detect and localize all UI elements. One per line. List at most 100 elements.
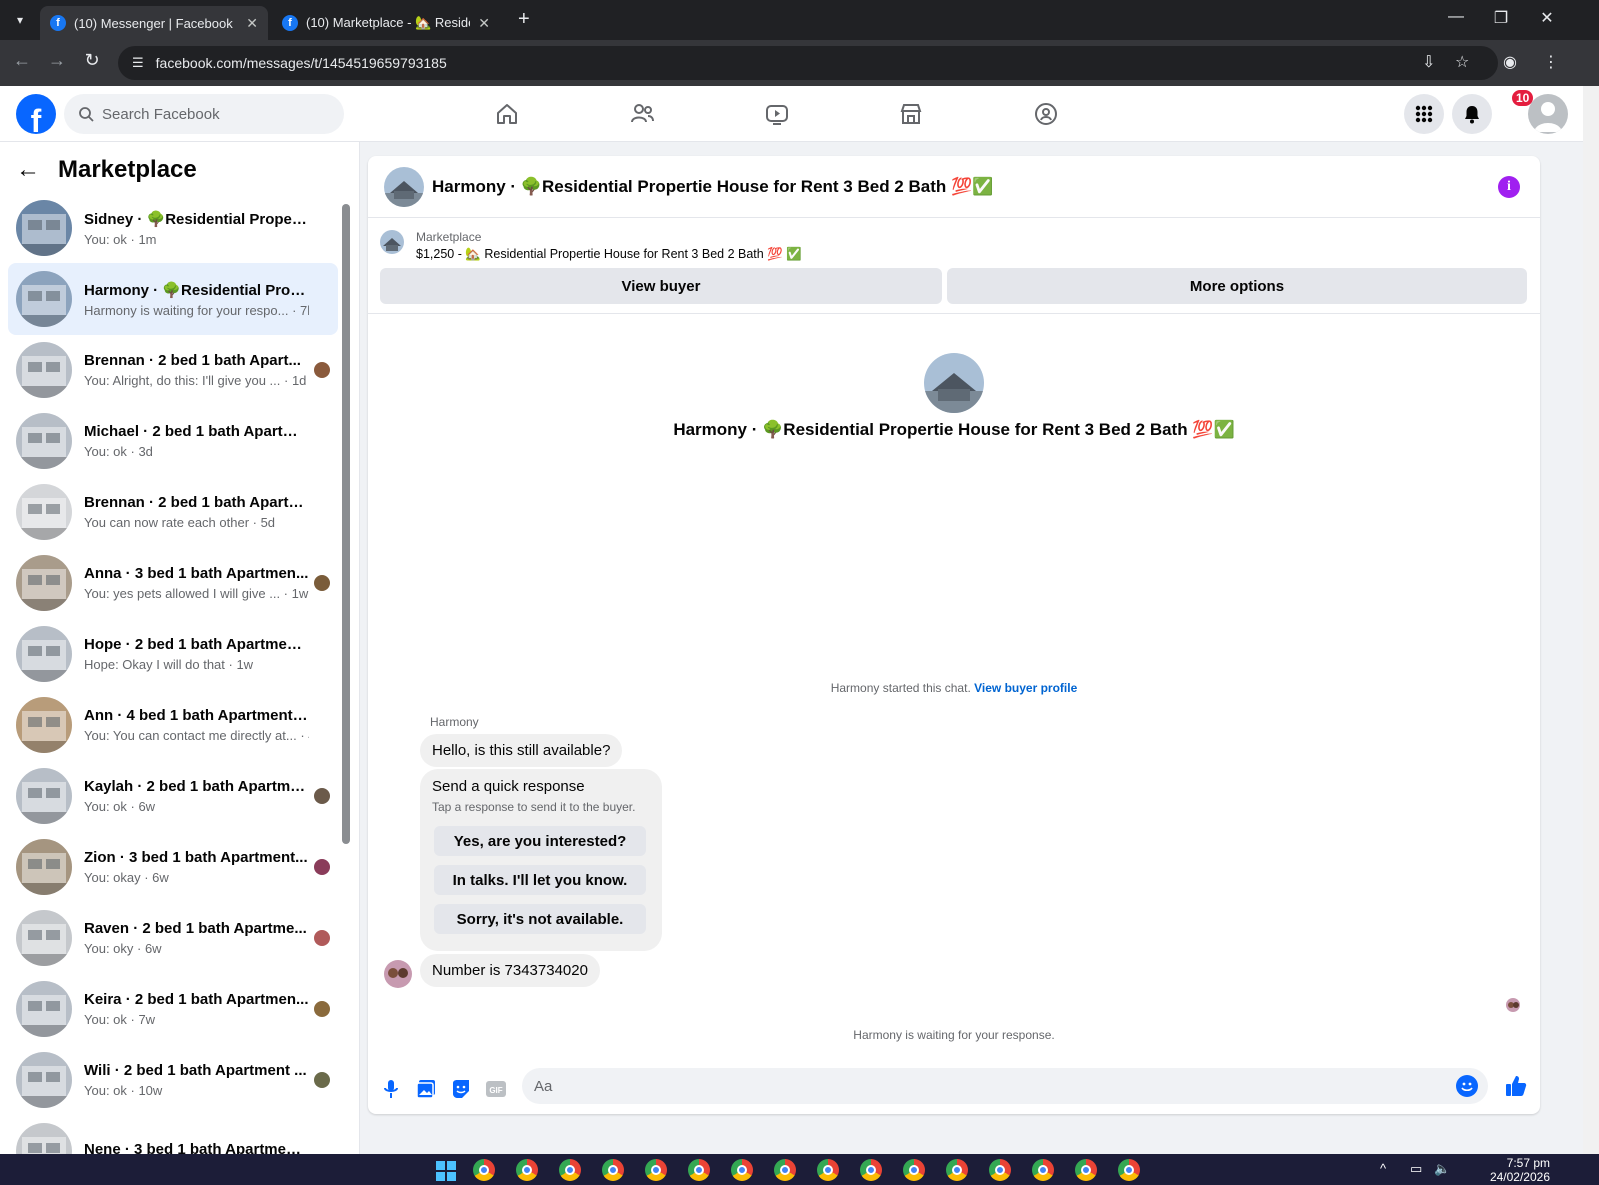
search-box[interactable] — [64, 94, 344, 134]
more-options-button[interactable]: More options — [947, 268, 1527, 304]
network-icon[interactable]: ▭ — [1410, 1161, 1422, 1177]
listing-thumbnail — [16, 271, 72, 327]
conversation-item[interactable]: Nene · 3 bed 1 bath Apartment f... — [8, 1115, 338, 1154]
site-info-icon[interactable]: ☰ — [132, 55, 144, 71]
tab-messenger[interactable]: f (10) Messenger | Facebook ✕ — [40, 6, 268, 40]
conversation-preview: You: oky · 6w — [84, 941, 162, 956]
marketplace-icon[interactable] — [893, 96, 929, 132]
chrome-taskbar-icon[interactable] — [473, 1159, 495, 1181]
quick-reply-yes-button[interactable]: Yes, are you interested? — [434, 826, 646, 856]
restore-icon[interactable]: ❐ — [1489, 8, 1513, 28]
quick-reply-not-available-button[interactable]: Sorry, it's not available. — [434, 904, 646, 934]
message-input[interactable] — [534, 1068, 1434, 1104]
conversation-item[interactable]: Anna · 3 bed 1 bath Apartmen... You: yes … — [8, 547, 338, 619]
conversation-item[interactable]: Keira · 2 bed 1 bath Apartmen... You: ok … — [8, 973, 338, 1045]
close-tab-icon[interactable]: ✕ — [246, 15, 258, 32]
home-icon[interactable] — [489, 96, 525, 132]
conversation-item[interactable]: Brennan · 2 bed 1 bath Apartme... You can… — [8, 476, 338, 548]
conversation-item[interactable]: Kaylah · 2 bed 1 bath Apartme... You: ok … — [8, 760, 338, 832]
conversation-preview: You: You can contact me directly at... ·… — [84, 728, 309, 743]
conversation-item[interactable]: Raven · 2 bed 1 bath Apartme... You: oky … — [8, 902, 338, 974]
friends-icon[interactable] — [624, 96, 660, 132]
menu-grid-icon[interactable] — [1404, 94, 1444, 134]
chrome-taskbar-icon[interactable] — [559, 1159, 581, 1181]
emoji-icon[interactable] — [1456, 1075, 1478, 1097]
sticker-icon[interactable] — [450, 1078, 472, 1100]
video-icon[interactable] — [759, 96, 795, 132]
attach-photo-icon[interactable] — [415, 1078, 437, 1100]
conversation-item[interactable]: Michael · 2 bed 1 bath Apartme... You: ok… — [8, 405, 338, 477]
listing-price-title[interactable]: $1,250 - 🏡 Residential Propertie House f… — [416, 247, 802, 262]
chrome-taskbar-icon[interactable] — [989, 1159, 1011, 1181]
chat-avatar[interactable] — [384, 166, 424, 207]
thumbs-up-icon[interactable] — [1504, 1074, 1528, 1103]
install-app-icon[interactable]: ⇩ — [1422, 52, 1435, 72]
tray-chevron-icon[interactable]: ^ — [1380, 1161, 1386, 1176]
conversation-preview: You: okay · 6w — [84, 870, 169, 885]
chrome-taskbar-icon[interactable] — [1118, 1159, 1140, 1181]
chrome-taskbar-icon[interactable] — [1075, 1159, 1097, 1181]
page-scrollbar[interactable] — [1583, 86, 1599, 1154]
account-avatar[interactable] — [1528, 94, 1568, 134]
back-icon[interactable]: ← — [10, 50, 34, 71]
conversation-item[interactable]: Harmony · 🌳Residential Proper... Harmony … — [8, 263, 338, 335]
conversation-text: Sidney · 🌳Residential Propertie... You: o… — [84, 210, 309, 247]
seen-avatar — [314, 859, 330, 875]
listing-thumbnail — [16, 839, 72, 895]
message-bubble[interactable]: Hello, is this still available? — [420, 734, 623, 767]
conversation-item[interactable]: Wili · 2 bed 1 bath Apartment ... You: ok… — [8, 1044, 338, 1116]
back-arrow-icon[interactable]: ← — [16, 156, 40, 184]
conversation-item[interactable]: Hope · 2 bed 1 bath Apartment f... Hope: … — [8, 618, 338, 690]
close-window-icon[interactable]: ✕ — [1535, 8, 1559, 28]
chat-title[interactable]: Harmony · 🌳Residential Propertie House f… — [432, 177, 993, 197]
listing-thumbnail[interactable] — [380, 230, 404, 254]
info-icon[interactable]: i — [1498, 176, 1520, 198]
profile-icon[interactable]: ◉ — [1503, 52, 1517, 72]
new-tab-button[interactable]: + — [518, 8, 530, 31]
chrome-taskbar-icon[interactable] — [516, 1159, 538, 1181]
chrome-taskbar-icon[interactable] — [817, 1159, 839, 1181]
conversation-item[interactable]: Sidney · 🌳Residential Propertie... You: o… — [8, 192, 338, 264]
svg-text:GIF: GIF — [489, 1086, 502, 1095]
microphone-icon[interactable] — [380, 1078, 402, 1100]
tab-marketplace[interactable]: f (10) Marketplace - 🏡 Residenti ✕ — [272, 6, 500, 40]
taskbar-clock[interactable]: 7:57 pm 24/02/2026 — [1480, 1156, 1550, 1184]
minimize-icon[interactable]: — — [1444, 8, 1468, 26]
chrome-taskbar-icon[interactable] — [645, 1159, 667, 1181]
message-bubble[interactable]: Number is 7343734020 — [420, 954, 600, 987]
facebook-header: f — [0, 86, 1583, 142]
view-buyer-button[interactable]: View buyer — [380, 268, 942, 304]
facebook-logo[interactable]: f — [16, 94, 56, 134]
reload-icon[interactable]: ↻ — [80, 50, 104, 71]
tab-search-button[interactable]: ▾ — [8, 8, 32, 32]
chrome-taskbar-icon[interactable] — [774, 1159, 796, 1181]
sender-avatar[interactable] — [384, 960, 412, 988]
menu-kebab-icon[interactable]: ⋮ — [1543, 52, 1559, 72]
conversation-item[interactable]: Zion · 3 bed 1 bath Apartment... You: oka… — [8, 831, 338, 903]
address-bar[interactable]: ☰ facebook.com/messages/t/14545196597931… — [118, 46, 1498, 80]
intro-title: Harmony · 🌳Residential Propertie House f… — [673, 420, 1235, 439]
conversation-item[interactable]: Ann · 4 bed 1 bath Apartment fo... You: Y… — [8, 689, 338, 761]
search-input[interactable] — [102, 105, 322, 123]
bookmark-star-icon[interactable]: ☆ — [1455, 52, 1469, 72]
view-buyer-profile-link[interactable]: View buyer profile — [974, 681, 1077, 695]
listing-thumbnail — [16, 1052, 72, 1108]
chrome-taskbar-icon[interactable] — [903, 1159, 925, 1181]
notifications-bell-icon[interactable] — [1452, 94, 1492, 134]
volume-icon[interactable]: 🔈 — [1434, 1161, 1450, 1177]
chrome-taskbar-icon[interactable] — [602, 1159, 624, 1181]
conversation-item[interactable]: Brennan · 2 bed 1 bath Apart... You: Alri… — [8, 334, 338, 406]
close-tab-icon[interactable]: ✕ — [478, 15, 490, 32]
sidebar-scrollbar-thumb[interactable] — [342, 204, 350, 844]
groups-icon[interactable] — [1028, 96, 1064, 132]
chrome-taskbar-icon[interactable] — [688, 1159, 710, 1181]
chrome-taskbar-icon[interactable] — [946, 1159, 968, 1181]
windows-start-icon[interactable] — [436, 1161, 456, 1181]
chrome-taskbar-icon[interactable] — [860, 1159, 882, 1181]
forward-icon[interactable]: → — [45, 50, 69, 71]
chrome-taskbar-icon[interactable] — [731, 1159, 753, 1181]
chrome-taskbar-icon[interactable] — [1032, 1159, 1054, 1181]
conversation-name: Brennan · 2 bed 1 bath Apartme... — [84, 494, 309, 511]
quick-reply-in-talks-button[interactable]: In talks. I'll let you know. — [434, 865, 646, 895]
gif-icon[interactable]: GIF — [485, 1078, 507, 1100]
